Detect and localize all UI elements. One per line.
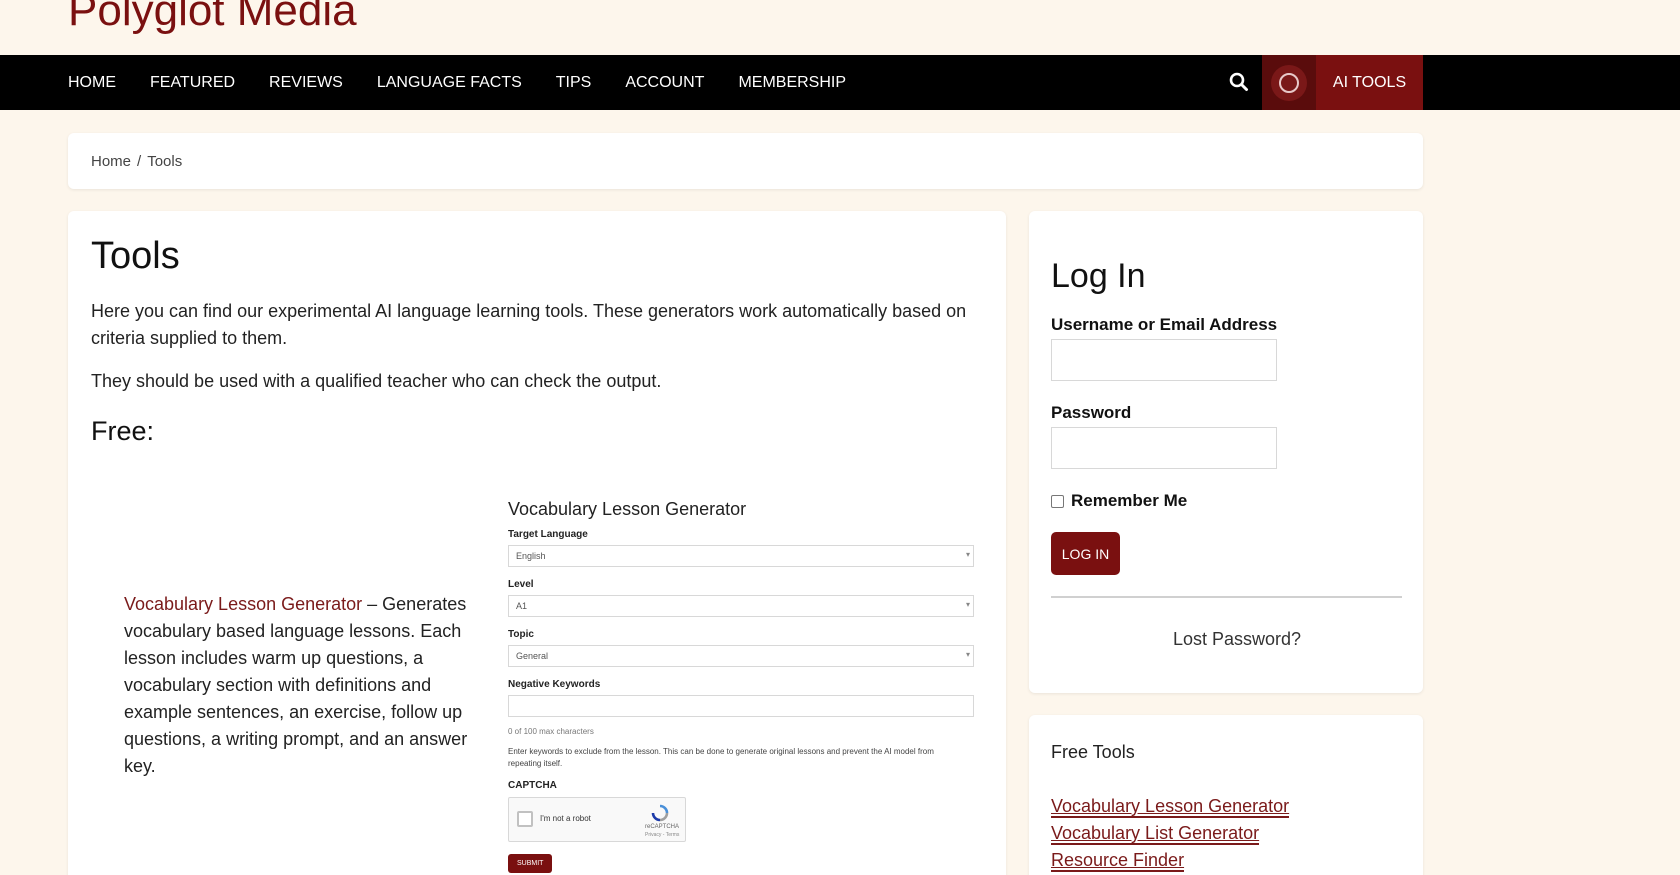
free-tool-link-vocabulary-list-generator[interactable]: Vocabulary List Generator: [1051, 820, 1289, 847]
nav-item-featured[interactable]: FEATURED: [150, 74, 235, 92]
breadcrumb-separator: /: [137, 152, 142, 170]
generator-form: Vocabulary Lesson Generator Target Langu…: [508, 499, 974, 873]
search-icon[interactable]: [1228, 71, 1250, 93]
lost-password-link[interactable]: Lost Password?: [1029, 629, 1423, 650]
page-title: Tools: [91, 235, 180, 277]
topic-label: Topic: [508, 629, 534, 640]
captcha-text: I'm not a robot: [540, 814, 591, 823]
level-label: Level: [508, 579, 534, 590]
topic-select[interactable]: General ▾: [508, 645, 974, 667]
generator-title: Vocabulary Lesson Generator: [508, 499, 747, 519]
tool-description-text: – Generates vocabulary based language le…: [124, 594, 468, 776]
login-widget: Log In Username or Email Address Passwor…: [1029, 211, 1423, 693]
remember-me-checkbox[interactable]: [1051, 494, 1064, 508]
negative-keywords-label: Negative Keywords: [508, 679, 601, 690]
vocabulary-lesson-generator-link[interactable]: Vocabulary Lesson Generator: [124, 594, 362, 614]
nav-menu: HOME FEATURED REVIEWS LANGUAGE FACTS TIP…: [68, 55, 880, 110]
free-tools-title: Free Tools: [1051, 742, 1135, 762]
breadcrumb: Home / Tools: [68, 133, 1423, 189]
captcha-terms[interactable]: Privacy - Terms: [645, 832, 679, 838]
negative-keywords-input[interactable]: [508, 695, 974, 717]
free-section-heading: Free:: [91, 416, 155, 446]
generator-submit-button[interactable]: SUBMIT: [508, 854, 553, 873]
nav-item-home[interactable]: HOME: [68, 74, 116, 92]
nav-item-membership[interactable]: MEMBERSHIP: [738, 74, 846, 92]
tool-description: Vocabulary Lesson Generator – Generates …: [124, 591, 474, 780]
teacher-note-paragraph: They should be used with a qualified tea…: [91, 371, 662, 391]
free-tool-link-vocabulary-lesson-generator[interactable]: Vocabulary Lesson Generator: [1051, 793, 1290, 820]
negative-keywords-help: Enter keywords to exclude from the lesso…: [508, 747, 934, 768]
password-label: Password: [1051, 403, 1132, 422]
nav-item-tips[interactable]: TIPS: [556, 74, 592, 92]
level-value: A1: [516, 601, 528, 611]
login-divider: [1051, 596, 1402, 598]
free-tools-widget: Free Tools Vocabulary Lesson Generator V…: [1029, 715, 1423, 875]
site-title[interactable]: Polyglot Media: [68, 0, 357, 36]
captcha-brand: reCAPTCHA: [645, 824, 680, 830]
login-button[interactable]: LOG IN: [1051, 532, 1120, 575]
chevron-down-icon: ▾: [965, 550, 970, 559]
remember-me[interactable]: Remember Me: [1051, 491, 1187, 511]
main-navbar: HOME FEATURED REVIEWS LANGUAGE FACTS TIP…: [0, 55, 1680, 110]
nav-item-language-facts[interactable]: LANGUAGE FACTS: [377, 74, 522, 92]
login-title: Log In: [1051, 257, 1146, 295]
target-language-select[interactable]: English ▾: [508, 545, 974, 567]
password-input[interactable]: [1051, 427, 1277, 469]
nav-item-reviews[interactable]: REVIEWS: [269, 74, 343, 92]
chevron-down-icon: ▾: [965, 600, 970, 609]
username-input[interactable]: [1051, 339, 1277, 381]
main-content-card: Tools Here you can find our experimental…: [68, 211, 1006, 875]
captcha-checkbox[interactable]: [517, 811, 533, 827]
recaptcha-logo-icon: [651, 804, 669, 822]
breadcrumb-current: Tools: [147, 152, 183, 170]
nav-item-account[interactable]: ACCOUNT: [625, 74, 704, 92]
username-label: Username or Email Address: [1051, 315, 1278, 334]
free-tools-list: Vocabulary Lesson Generator Vocabulary L…: [1051, 793, 1290, 874]
recaptcha-widget: I'm not a robot reCAPTCHA Privacy - Term…: [508, 797, 686, 842]
breadcrumb-home-link[interactable]: Home: [91, 153, 131, 170]
topic-value: General: [516, 651, 549, 661]
level-select[interactable]: A1 ▾: [508, 595, 974, 617]
ai-tools-icon[interactable]: [1262, 55, 1316, 110]
remember-me-label: Remember Me: [1071, 491, 1188, 510]
target-language-value: English: [516, 551, 546, 561]
chevron-down-icon: ▾: [965, 650, 970, 659]
character-count: 0 of 100 max characters: [508, 727, 594, 736]
captcha-label: CAPTCHA: [508, 780, 557, 791]
nav-item-ai-tools[interactable]: AI TOOLS: [1316, 55, 1423, 110]
free-tool-link-resource-finder[interactable]: Resource Finder: [1051, 847, 1289, 874]
intro-paragraph: Here you can find our experimental AI la…: [91, 301, 967, 348]
target-language-label: Target Language: [508, 529, 588, 540]
